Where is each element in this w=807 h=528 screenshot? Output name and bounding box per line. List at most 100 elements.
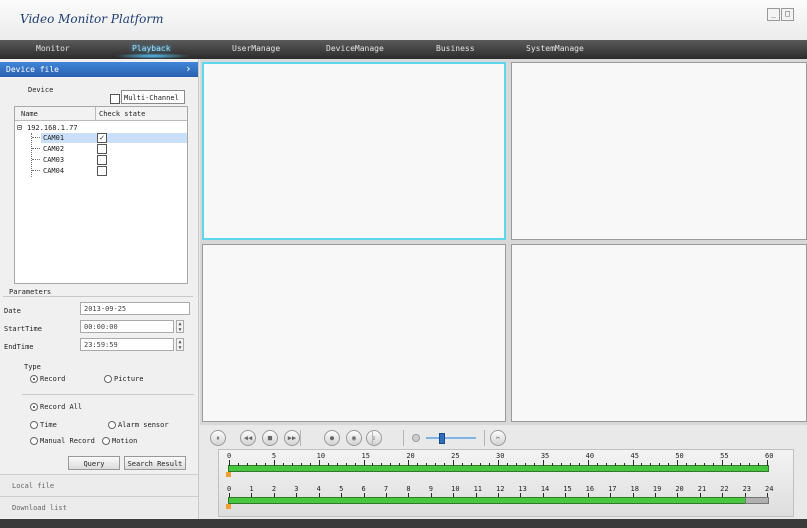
hour-tick-label: 0 [227,485,232,493]
end-time-spinner[interactable]: ▲ ▼ [176,338,184,351]
minute-minor-tick [426,463,428,466]
menu-usermanage[interactable]: UserManage [232,44,280,53]
divider [3,296,193,297]
start-time-spinner[interactable]: ▲ ▼ [176,320,184,333]
hour-tick-label: 10 [451,485,460,493]
rewind-button[interactable]: ◀◀ [240,430,256,446]
hour-tick-label: 11 [473,485,483,493]
menu-monitor[interactable]: Monitor [36,44,70,53]
date-field[interactable]: 2013-09-25 [80,302,190,315]
camera-check-checkbox[interactable] [97,144,107,154]
hour-tick-label: 14 [540,485,550,493]
menu-playback[interactable]: Playback [132,44,171,53]
local-file-tab[interactable]: Local file [0,474,198,496]
menu-business[interactable]: Business [436,44,475,53]
minute-minor-tick [399,463,401,466]
video-pane-3[interactable] [202,244,506,422]
menu-systemmanage[interactable]: SystemManage [526,44,584,53]
minute-tick [767,460,768,466]
hour-tick [475,493,477,497]
motion-radio[interactable] [102,437,110,445]
hour-tick-label: 8 [406,485,411,493]
video-pane-4[interactable] [511,244,807,422]
hour-tick-label: 6 [361,485,366,493]
end-time-field[interactable]: 23:59:59 [80,338,174,351]
tree-root-ip[interactable]: 192.168.1.77 [27,124,78,132]
multi-channel-checkbox[interactable] [110,94,120,104]
hour-tick [273,493,275,497]
hour-tick [229,493,230,497]
clip-icon[interactable]: ✂ [490,430,506,446]
volume-slider-track[interactable] [426,437,476,439]
minute-minor-tick [650,463,652,466]
export-button[interactable]: ⇪ [366,430,382,446]
end-time-label: EndTime [4,343,34,351]
type-picture-radio[interactable] [104,375,112,383]
minute-cursor[interactable] [226,472,231,477]
app-title: Video Monitor Platform [20,12,164,26]
minute-minor-tick [291,463,293,466]
type-record-radio[interactable] [30,375,38,383]
hour-tick-label: 2 [271,485,277,493]
device-file-header[interactable]: Device file › [0,62,198,77]
camera-check-checkbox[interactable] [97,155,107,165]
minute-tick [677,460,679,466]
minute-minor-tick [569,463,571,466]
hour-tick [385,493,387,497]
pause-button[interactable]: ⏸ [210,430,226,446]
snapshot-button[interactable]: ◉ [346,430,362,446]
hour-tick [430,493,432,497]
divider [403,430,404,446]
minute-minor-tick [462,463,464,466]
camera-name[interactable]: CAM02 [43,145,64,153]
camera-name[interactable]: CAM04 [43,167,64,175]
minute-minor-tick [381,463,383,466]
menu-devicemanage[interactable]: DeviceManage [326,44,384,53]
video-pane-2[interactable] [511,62,807,240]
time-radio[interactable] [30,421,38,429]
chevron-right-icon: › [185,62,192,75]
maximize-button[interactable]: □ [781,8,794,21]
type-title: Type [24,363,41,371]
hour-timeline-track[interactable] [228,497,769,504]
minute-minor-tick [309,463,311,466]
fast-forward-button[interactable]: ▶▶ [284,430,300,446]
stop-button[interactable]: ■ [262,430,278,446]
volume-slider-thumb[interactable] [438,433,445,444]
minute-tick-label: 35 [540,452,550,460]
alarm-sensor-radio[interactable] [108,421,116,429]
hour-tick-label: 20 [675,485,684,493]
record-button[interactable]: ● [324,430,340,446]
minute-tick [363,460,365,466]
multi-channel-box: Multi-Channel [121,90,185,104]
minute-tick-label: 40 [585,452,595,460]
search-result-button[interactable]: Search Result [124,456,186,470]
minute-tick-label: 5 [271,452,277,460]
tree-collapse-icon[interactable]: ⊟ [17,123,22,132]
minimize-button[interactable]: _ [767,8,780,21]
record-all-radio[interactable] [30,403,38,411]
minute-tick [408,460,410,466]
hour-tick [565,493,567,497]
minute-timeline-track[interactable] [228,465,769,472]
download-list-tab[interactable]: Download list [0,496,198,518]
device-label: Device [28,86,54,94]
minute-minor-tick [471,463,473,466]
camera-check-checkbox[interactable] [97,166,107,176]
hour-tick [542,493,544,497]
minute-minor-tick [533,463,535,466]
camera-name[interactable]: CAM01 [43,134,64,142]
query-button[interactable]: Query [68,456,120,470]
minute-tick-label: 25 [451,452,460,460]
hour-cursor[interactable] [226,504,231,509]
column-divider [95,107,96,120]
minute-minor-tick [489,463,491,466]
camera-name[interactable]: CAM03 [43,156,64,164]
hour-tick-label: 15 [563,485,572,493]
minute-tick [318,460,320,466]
time-label: Time [40,421,57,429]
manual-record-radio[interactable] [30,437,38,445]
start-time-field[interactable]: 00:00:00 [80,320,174,333]
video-pane-1[interactable] [202,62,506,240]
camera-check-checkbox[interactable]: ✓ [97,133,107,143]
